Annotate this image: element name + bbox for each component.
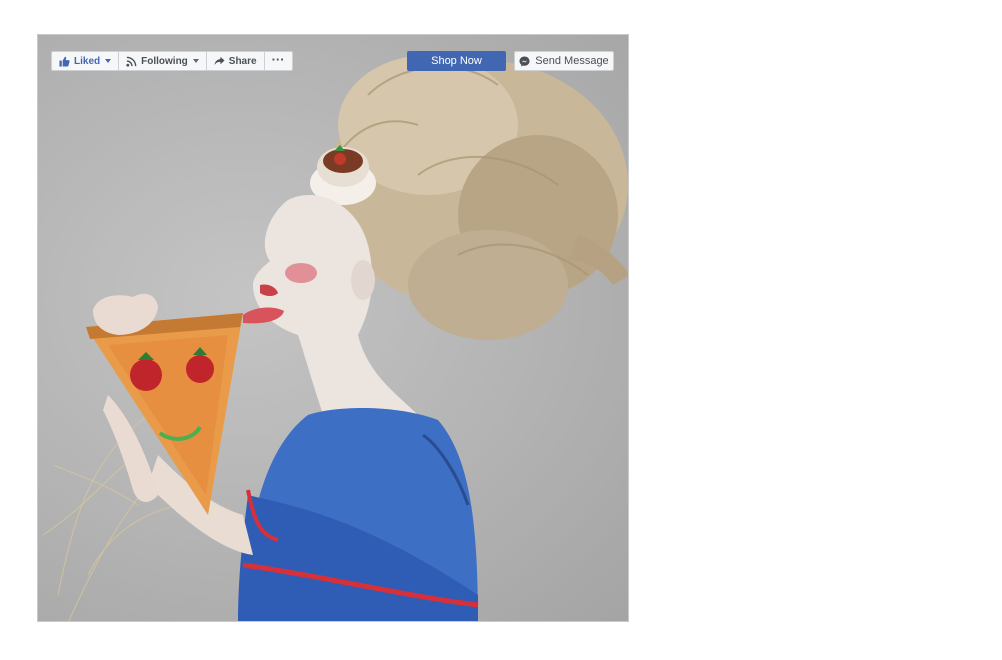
- liked-label: Liked: [74, 55, 101, 67]
- following-button[interactable]: Following: [118, 51, 207, 71]
- following-label: Following: [141, 55, 188, 67]
- shop-now-label: Shop Now: [431, 55, 482, 67]
- chevron-down-icon: [105, 59, 112, 63]
- messenger-icon: [519, 55, 530, 67]
- liked-button[interactable]: Liked: [51, 51, 120, 71]
- chevron-down-icon: [192, 59, 199, 63]
- rss-icon: [126, 56, 137, 67]
- shop-now-button[interactable]: Shop Now: [407, 51, 506, 71]
- share-label: Share: [228, 55, 257, 67]
- send-message-button[interactable]: Send Message: [514, 51, 614, 71]
- share-arrow-icon: [214, 56, 225, 66]
- more-options-button[interactable]: ···: [263, 51, 293, 71]
- more-dots-icon: ···: [271, 51, 285, 67]
- send-message-label: Send Message: [535, 55, 609, 67]
- share-button[interactable]: Share: [205, 51, 265, 71]
- page-action-buttons: Liked Following Share ···: [51, 51, 293, 71]
- cover-illustration: [42, 55, 628, 621]
- cover-photo: [37, 34, 629, 622]
- thumbs-up-icon: [59, 56, 70, 67]
